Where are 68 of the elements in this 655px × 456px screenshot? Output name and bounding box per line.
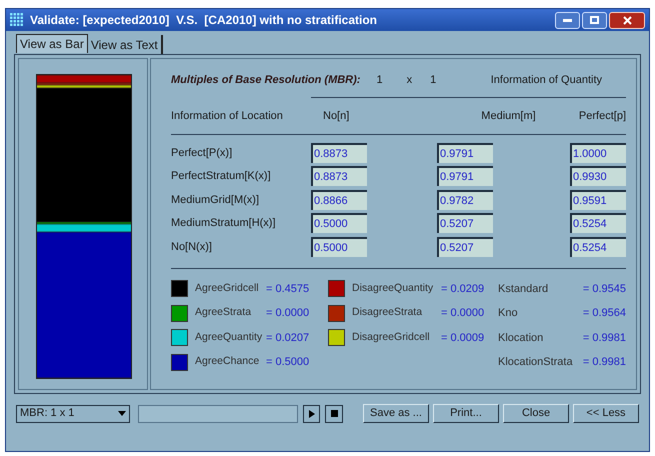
value-field[interactable]: 0.5254: [570, 236, 626, 257]
kappa-label: Kstandard: [498, 282, 548, 296]
kappa-value: = 0.9981: [582, 330, 626, 346]
value-field[interactable]: 0.5207: [437, 236, 493, 257]
kappa-label: Klocation: [498, 330, 544, 346]
stop-icon: [330, 410, 338, 417]
row-label: No[N(x)]: [171, 240, 213, 254]
value-field[interactable]: 0.5254: [570, 213, 626, 234]
legend-label: AgreeChance: [195, 354, 259, 370]
quantity-header: Information of Quantity: [490, 72, 602, 88]
tab[interactable]: View as Bar: [16, 34, 88, 53]
value-field[interactable]: 0.5000: [311, 236, 367, 257]
legend-value: = 0.0009: [441, 330, 484, 346]
value-field[interactable]: 0.9782: [437, 190, 493, 210]
dropdown-arrow-icon: [118, 411, 126, 416]
legend-label: DisagreeGridcell: [352, 330, 431, 345]
kappa-label: KlocationStrata: [498, 355, 573, 370]
legend-value: = 0.0209: [441, 282, 484, 296]
row-label: MediumStratum[H(x)]: [171, 216, 277, 231]
mbr-y-value: 1: [430, 72, 436, 88]
footer-button[interactable]: Print...: [433, 404, 499, 423]
legend-value: = 0.0000: [266, 306, 310, 321]
minimize-button[interactable]: [555, 12, 580, 28]
play-button[interactable]: [302, 404, 320, 422]
column-header: Medium[m]: [480, 108, 537, 124]
close-icon: [622, 16, 632, 24]
legend-value: = 0.0207: [266, 330, 310, 346]
close-button[interactable]: [609, 12, 645, 28]
value-field[interactable]: 0.5000: [311, 213, 367, 234]
kappa-label: Kno: [498, 306, 518, 321]
play-icon: [308, 410, 315, 418]
legend-value: = 0.4575: [266, 282, 310, 296]
value-field[interactable]: 0.9930: [570, 166, 626, 186]
value-field[interactable]: 0.9791: [437, 166, 493, 186]
value-field[interactable]: 0.8866: [311, 190, 367, 210]
mbr-dropdown[interactable]: MBR: 1 x 1: [16, 404, 130, 422]
value-field[interactable]: 0.9791: [437, 142, 493, 163]
window-title: Validate: [expected2010] V.S. [CA2010] with no stratification: [30, 12, 377, 29]
column-header: No[n]: [322, 108, 350, 124]
value-field[interactable]: 0.5207: [437, 213, 493, 234]
location-header: Information of Location: [171, 108, 284, 124]
stop-button[interactable]: [325, 404, 343, 422]
mbr-label: Multiples of Base Resolution (MBR):: [171, 72, 360, 88]
kappa-value: = 0.9545: [582, 282, 626, 296]
kappa-value: = 0.9564: [582, 306, 626, 321]
legend-label: AgreeStrata: [195, 305, 252, 320]
row-label: Perfect[P(x)]: [171, 146, 234, 160]
row-label: MediumGrid[M(x)]: [171, 192, 260, 208]
value-field[interactable]: 1.0000: [570, 142, 626, 163]
value-field[interactable]: 0.8873: [311, 166, 367, 186]
legend-label: DisagreeQuantity: [352, 280, 434, 296]
maximize-button[interactable]: [582, 12, 607, 28]
tab[interactable]: View as Text: [88, 35, 163, 54]
mbr-x-value: 1: [376, 72, 383, 88]
column-header: Perfect[p]: [578, 108, 626, 124]
legend-label: AgreeGridcell: [195, 280, 259, 296]
legend-value: = 0.5000: [266, 355, 310, 370]
value-field[interactable]: 0.8873: [311, 142, 367, 163]
footer-button[interactable]: Save as ...: [363, 404, 429, 423]
footer-button[interactable]: Close: [503, 404, 569, 423]
times-sign: x: [406, 72, 412, 88]
footer-button[interactable]: << Less: [573, 404, 639, 423]
app-icon: [10, 13, 24, 27]
legend-label: DisagreeStrata: [352, 305, 424, 320]
row-label: PerfectStratum[K(x)]: [171, 169, 272, 184]
kappa-value: = 0.9981: [582, 355, 626, 370]
value-field[interactable]: 0.9591: [570, 190, 626, 210]
legend-value: = 0.0000: [441, 306, 484, 321]
